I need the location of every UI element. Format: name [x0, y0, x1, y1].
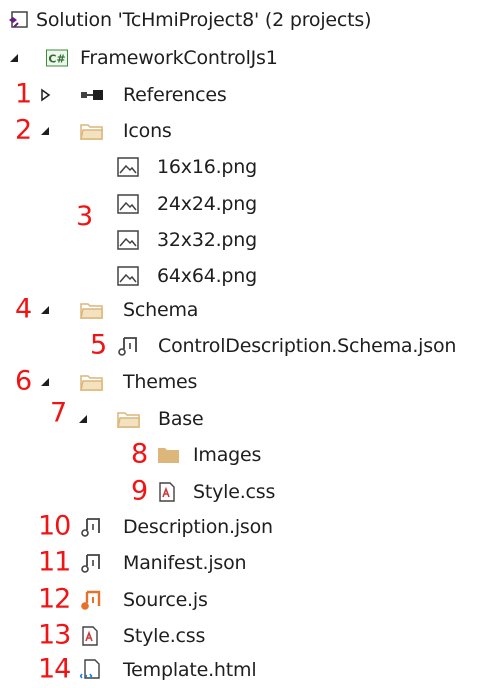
description-label: Description.json	[123, 516, 273, 538]
png-file-row[interactable]: 24x24.png	[0, 186, 501, 222]
marker-11: 11	[38, 546, 71, 578]
marker-2: 2	[15, 114, 32, 146]
png-file-label: 24x24.png	[157, 193, 258, 215]
marker-8: 8	[131, 438, 148, 470]
html-file-icon	[80, 659, 100, 679]
marker-9: 9	[131, 475, 148, 507]
marker-10: 10	[38, 510, 71, 542]
base-style-row[interactable]: 9 Style.css	[0, 474, 501, 510]
source-row[interactable]: 12 Source.js	[0, 582, 501, 618]
schema-folder-label: Schema	[123, 299, 199, 321]
image-file-icon	[117, 266, 139, 286]
themes-folder-row[interactable]: 6 Themes	[0, 364, 501, 400]
expanded-arrow-icon[interactable]	[7, 51, 21, 65]
json-file-icon	[81, 554, 100, 573]
project-row[interactable]: C# FrameworkControlJs1	[0, 40, 501, 76]
marker-1: 1	[15, 78, 32, 110]
expanded-arrow-icon[interactable]	[38, 375, 52, 389]
marker-13: 13	[38, 619, 71, 651]
icons-folder-row[interactable]: 2 Icons	[0, 113, 501, 149]
marker-6: 6	[15, 365, 32, 397]
open-folder-icon	[80, 375, 103, 391]
expanded-arrow-icon[interactable]	[38, 303, 52, 317]
images-folder-row[interactable]: 8 Images	[0, 437, 501, 473]
solution-row[interactable]: Solution 'TcHmiProject8' (2 projects)	[0, 2, 501, 38]
source-label: Source.js	[123, 589, 208, 611]
csharp-project-icon: C#	[46, 49, 68, 67]
marker-4: 4	[15, 293, 32, 325]
image-file-icon	[117, 194, 139, 214]
open-folder-icon	[80, 303, 103, 319]
style-row[interactable]: 13 Style.css	[0, 618, 501, 654]
css-file-icon	[82, 626, 98, 646]
json-file-icon	[81, 518, 100, 537]
themes-folder-label: Themes	[123, 371, 198, 393]
description-row[interactable]: 10 Description.json	[0, 509, 501, 545]
png-file-row[interactable]: 32x32.png	[0, 222, 501, 258]
references-label: References	[123, 84, 227, 106]
solution-explorer-tree: Solution 'TcHmiProject8' (2 projects) C#…	[0, 0, 501, 688]
template-label: Template.html	[123, 659, 257, 681]
schema-file-label: ControlDescription.Schema.json	[158, 335, 457, 357]
style-label: Style.css	[123, 625, 206, 647]
references-row[interactable]: 1 References	[0, 77, 501, 113]
png-file-row[interactable]: 64x64.png	[0, 258, 501, 294]
references-icon	[81, 90, 103, 100]
images-folder-label: Images	[193, 444, 262, 466]
expanded-arrow-icon[interactable]	[76, 412, 90, 426]
schema-file-row[interactable]: 5 ControlDescription.Schema.json	[0, 328, 501, 364]
schema-folder-row[interactable]: 4 Schema	[0, 292, 501, 328]
manifest-label: Manifest.json	[123, 552, 247, 574]
json-file-icon	[118, 337, 137, 356]
expanded-arrow-icon[interactable]	[38, 124, 52, 138]
solution-label: Solution 'TcHmiProject8' (2 projects)	[36, 9, 372, 31]
open-folder-icon	[117, 412, 140, 428]
marker-7: 7	[50, 397, 67, 429]
base-style-label: Style.css	[193, 481, 276, 503]
base-folder-label: Base	[158, 408, 204, 430]
icons-folder-label: Icons	[123, 120, 172, 142]
js-file-icon	[81, 590, 101, 610]
marker-12: 12	[38, 583, 71, 615]
project-label: FrameworkControlJs1	[80, 47, 278, 69]
open-folder-icon	[80, 124, 103, 140]
closed-folder-icon	[158, 448, 179, 463]
collapsed-arrow-icon[interactable]	[38, 88, 52, 102]
png-file-row[interactable]: 16x16.png	[0, 149, 501, 185]
png-file-label: 16x16.png	[157, 156, 258, 178]
image-file-icon	[117, 230, 139, 250]
base-folder-row[interactable]: 7 Base	[0, 397, 501, 437]
image-file-icon	[117, 157, 139, 177]
marker-5: 5	[90, 329, 107, 361]
png-file-label: 64x64.png	[157, 265, 258, 287]
png-file-label: 32x32.png	[157, 229, 258, 251]
solution-icon	[9, 11, 28, 28]
marker-14: 14	[38, 653, 71, 685]
template-row[interactable]: 14 Template.html	[0, 652, 501, 688]
css-file-icon	[159, 482, 175, 502]
manifest-row[interactable]: 11 Manifest.json	[0, 545, 501, 581]
